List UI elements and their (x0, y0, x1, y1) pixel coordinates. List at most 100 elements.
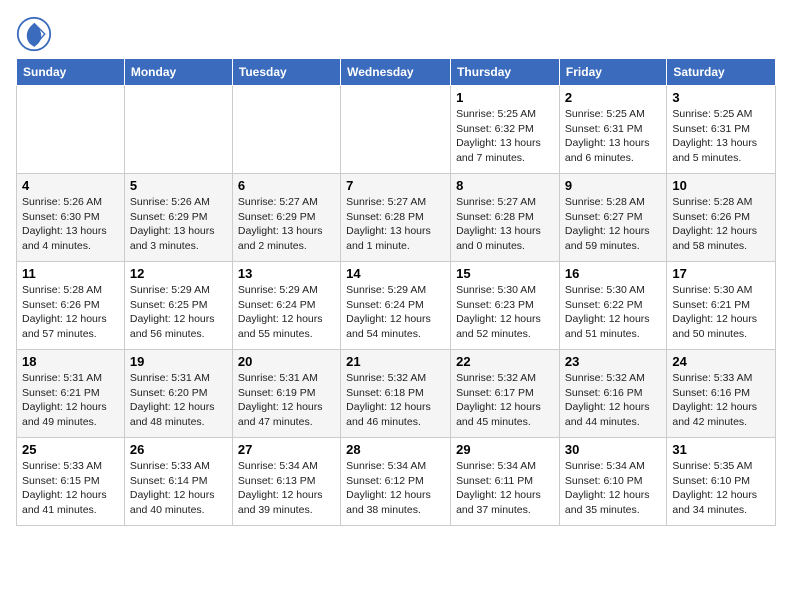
weekday-header-sunday: Sunday (17, 59, 125, 86)
calendar-cell: 6 Sunrise: 5:27 AM Sunset: 6:29 PM Daylig… (232, 174, 340, 262)
calendar-cell: 7 Sunrise: 5:27 AM Sunset: 6:28 PM Daylig… (341, 174, 451, 262)
calendar-cell: 21Sunrise: 5:32 AM Sunset: 6:18 PM Dayli… (341, 350, 451, 438)
day-number: 6 (238, 178, 335, 193)
calendar-week-1: 1 Sunrise: 5:25 AM Sunset: 6:32 PM Daylig… (17, 86, 776, 174)
day-info: Sunrise: 5:32 AM Sunset: 6:17 PM Dayligh… (456, 371, 554, 430)
day-info: Sunrise: 5:34 AM Sunset: 6:11 PM Dayligh… (456, 459, 554, 518)
day-info: Sunrise: 5:29 AM Sunset: 6:24 PM Dayligh… (238, 283, 335, 342)
page-header (16, 16, 776, 52)
day-number: 12 (130, 266, 227, 281)
day-number: 28 (346, 442, 445, 457)
calendar-week-5: 25 Sunrise: 5:33 AM Sunset: 6:15 PM Dayli… (17, 438, 776, 526)
weekday-header-tuesday: Tuesday (232, 59, 340, 86)
calendar-cell: 1 Sunrise: 5:25 AM Sunset: 6:32 PM Daylig… (451, 86, 560, 174)
day-info: Sunrise: 5:27 AM Sunset: 6:29 PM Dayligh… (238, 195, 335, 254)
day-number: 1 (456, 90, 554, 105)
calendar-cell (341, 86, 451, 174)
calendar-cell: 27 Sunrise: 5:34 AM Sunset: 6:13 PM Dayli… (232, 438, 340, 526)
day-number: 25 (22, 442, 119, 457)
day-info: Sunrise: 5:25 AM Sunset: 6:32 PM Dayligh… (456, 107, 554, 166)
calendar-cell: 18 Sunrise: 5:31 AM Sunset: 6:21 PM Dayli… (17, 350, 125, 438)
day-info: Sunrise: 5:31 AM Sunset: 6:21 PM Dayligh… (22, 371, 119, 430)
weekday-row: SundayMondayTuesdayWednesdayThursdayFrid… (17, 59, 776, 86)
day-number: 27 (238, 442, 335, 457)
calendar-week-2: 4Sunrise: 5:26 AM Sunset: 6:30 PM Daylig… (17, 174, 776, 262)
day-number: 17 (672, 266, 770, 281)
day-number: 13 (238, 266, 335, 281)
day-info: Sunrise: 5:34 AM Sunset: 6:13 PM Dayligh… (238, 459, 335, 518)
day-number: 11 (22, 266, 119, 281)
weekday-header-thursday: Thursday (451, 59, 560, 86)
day-number: 20 (238, 354, 335, 369)
calendar-cell: 24 Sunrise: 5:33 AM Sunset: 6:16 PM Dayli… (667, 350, 776, 438)
day-number: 9 (565, 178, 661, 193)
day-info: Sunrise: 5:30 AM Sunset: 6:22 PM Dayligh… (565, 283, 661, 342)
day-number: 22 (456, 354, 554, 369)
day-number: 10 (672, 178, 770, 193)
calendar-cell: 22 Sunrise: 5:32 AM Sunset: 6:17 PM Dayli… (451, 350, 560, 438)
day-number: 7 (346, 178, 445, 193)
calendar-cell: 25 Sunrise: 5:33 AM Sunset: 6:15 PM Dayli… (17, 438, 125, 526)
day-info: Sunrise: 5:25 AM Sunset: 6:31 PM Dayligh… (565, 107, 661, 166)
calendar-cell (232, 86, 340, 174)
day-info: Sunrise: 5:31 AM Sunset: 6:19 PM Dayligh… (238, 371, 335, 430)
day-number: 23 (565, 354, 661, 369)
day-info: Sunrise: 5:30 AM Sunset: 6:21 PM Dayligh… (672, 283, 770, 342)
day-info: Sunrise: 5:29 AM Sunset: 6:24 PM Dayligh… (346, 283, 445, 342)
day-info: Sunrise: 5:32 AM Sunset: 6:18 PM Dayligh… (346, 371, 445, 430)
calendar-cell: 17 Sunrise: 5:30 AM Sunset: 6:21 PM Dayli… (667, 262, 776, 350)
day-number: 2 (565, 90, 661, 105)
day-info: Sunrise: 5:27 AM Sunset: 6:28 PM Dayligh… (346, 195, 445, 254)
day-number: 14 (346, 266, 445, 281)
day-number: 24 (672, 354, 770, 369)
calendar-header: SundayMondayTuesdayWednesdayThursdayFrid… (17, 59, 776, 86)
calendar-cell: 12 Sunrise: 5:29 AM Sunset: 6:25 PM Dayli… (124, 262, 232, 350)
calendar-body: 1 Sunrise: 5:25 AM Sunset: 6:32 PM Daylig… (17, 86, 776, 526)
day-number: 3 (672, 90, 770, 105)
day-number: 16 (565, 266, 661, 281)
calendar-week-4: 18 Sunrise: 5:31 AM Sunset: 6:21 PM Dayli… (17, 350, 776, 438)
calendar-cell: 28 Sunrise: 5:34 AM Sunset: 6:12 PM Dayli… (341, 438, 451, 526)
calendar-cell: 9 Sunrise: 5:28 AM Sunset: 6:27 PM Daylig… (559, 174, 666, 262)
calendar-cell: 31 Sunrise: 5:35 AM Sunset: 6:10 PM Dayli… (667, 438, 776, 526)
day-info: Sunrise: 5:28 AM Sunset: 6:26 PM Dayligh… (672, 195, 770, 254)
calendar-cell (17, 86, 125, 174)
day-info: Sunrise: 5:32 AM Sunset: 6:16 PM Dayligh… (565, 371, 661, 430)
day-info: Sunrise: 5:35 AM Sunset: 6:10 PM Dayligh… (672, 459, 770, 518)
day-info: Sunrise: 5:34 AM Sunset: 6:12 PM Dayligh… (346, 459, 445, 518)
calendar-cell: 23 Sunrise: 5:32 AM Sunset: 6:16 PM Dayli… (559, 350, 666, 438)
day-info: Sunrise: 5:34 AM Sunset: 6:10 PM Dayligh… (565, 459, 661, 518)
day-number: 8 (456, 178, 554, 193)
calendar-cell: 16 Sunrise: 5:30 AM Sunset: 6:22 PM Dayli… (559, 262, 666, 350)
day-info: Sunrise: 5:28 AM Sunset: 6:26 PM Dayligh… (22, 283, 119, 342)
calendar-cell: 11 Sunrise: 5:28 AM Sunset: 6:26 PM Dayli… (17, 262, 125, 350)
calendar-cell: 3 Sunrise: 5:25 AM Sunset: 6:31 PM Daylig… (667, 86, 776, 174)
day-number: 19 (130, 354, 227, 369)
calendar-week-3: 11 Sunrise: 5:28 AM Sunset: 6:26 PM Dayli… (17, 262, 776, 350)
day-number: 18 (22, 354, 119, 369)
day-number: 30 (565, 442, 661, 457)
day-info: Sunrise: 5:26 AM Sunset: 6:29 PM Dayligh… (130, 195, 227, 254)
calendar-cell: 20 Sunrise: 5:31 AM Sunset: 6:19 PM Dayli… (232, 350, 340, 438)
calendar-cell: 8Sunrise: 5:27 AM Sunset: 6:28 PM Daylig… (451, 174, 560, 262)
day-number: 26 (130, 442, 227, 457)
day-info: Sunrise: 5:33 AM Sunset: 6:16 PM Dayligh… (672, 371, 770, 430)
calendar-cell: 15Sunrise: 5:30 AM Sunset: 6:23 PM Dayli… (451, 262, 560, 350)
calendar-cell: 29Sunrise: 5:34 AM Sunset: 6:11 PM Dayli… (451, 438, 560, 526)
calendar-cell: 19 Sunrise: 5:31 AM Sunset: 6:20 PM Dayli… (124, 350, 232, 438)
day-info: Sunrise: 5:25 AM Sunset: 6:31 PM Dayligh… (672, 107, 770, 166)
weekday-header-wednesday: Wednesday (341, 59, 451, 86)
day-info: Sunrise: 5:31 AM Sunset: 6:20 PM Dayligh… (130, 371, 227, 430)
calendar-table: SundayMondayTuesdayWednesdayThursdayFrid… (16, 58, 776, 526)
day-info: Sunrise: 5:29 AM Sunset: 6:25 PM Dayligh… (130, 283, 227, 342)
day-info: Sunrise: 5:33 AM Sunset: 6:15 PM Dayligh… (22, 459, 119, 518)
day-info: Sunrise: 5:30 AM Sunset: 6:23 PM Dayligh… (456, 283, 554, 342)
weekday-header-friday: Friday (559, 59, 666, 86)
day-info: Sunrise: 5:26 AM Sunset: 6:30 PM Dayligh… (22, 195, 119, 254)
calendar-cell (124, 86, 232, 174)
calendar-cell: 4Sunrise: 5:26 AM Sunset: 6:30 PM Daylig… (17, 174, 125, 262)
calendar-cell: 13 Sunrise: 5:29 AM Sunset: 6:24 PM Dayli… (232, 262, 340, 350)
day-info: Sunrise: 5:28 AM Sunset: 6:27 PM Dayligh… (565, 195, 661, 254)
calendar-cell: 10 Sunrise: 5:28 AM Sunset: 6:26 PM Dayli… (667, 174, 776, 262)
day-number: 31 (672, 442, 770, 457)
